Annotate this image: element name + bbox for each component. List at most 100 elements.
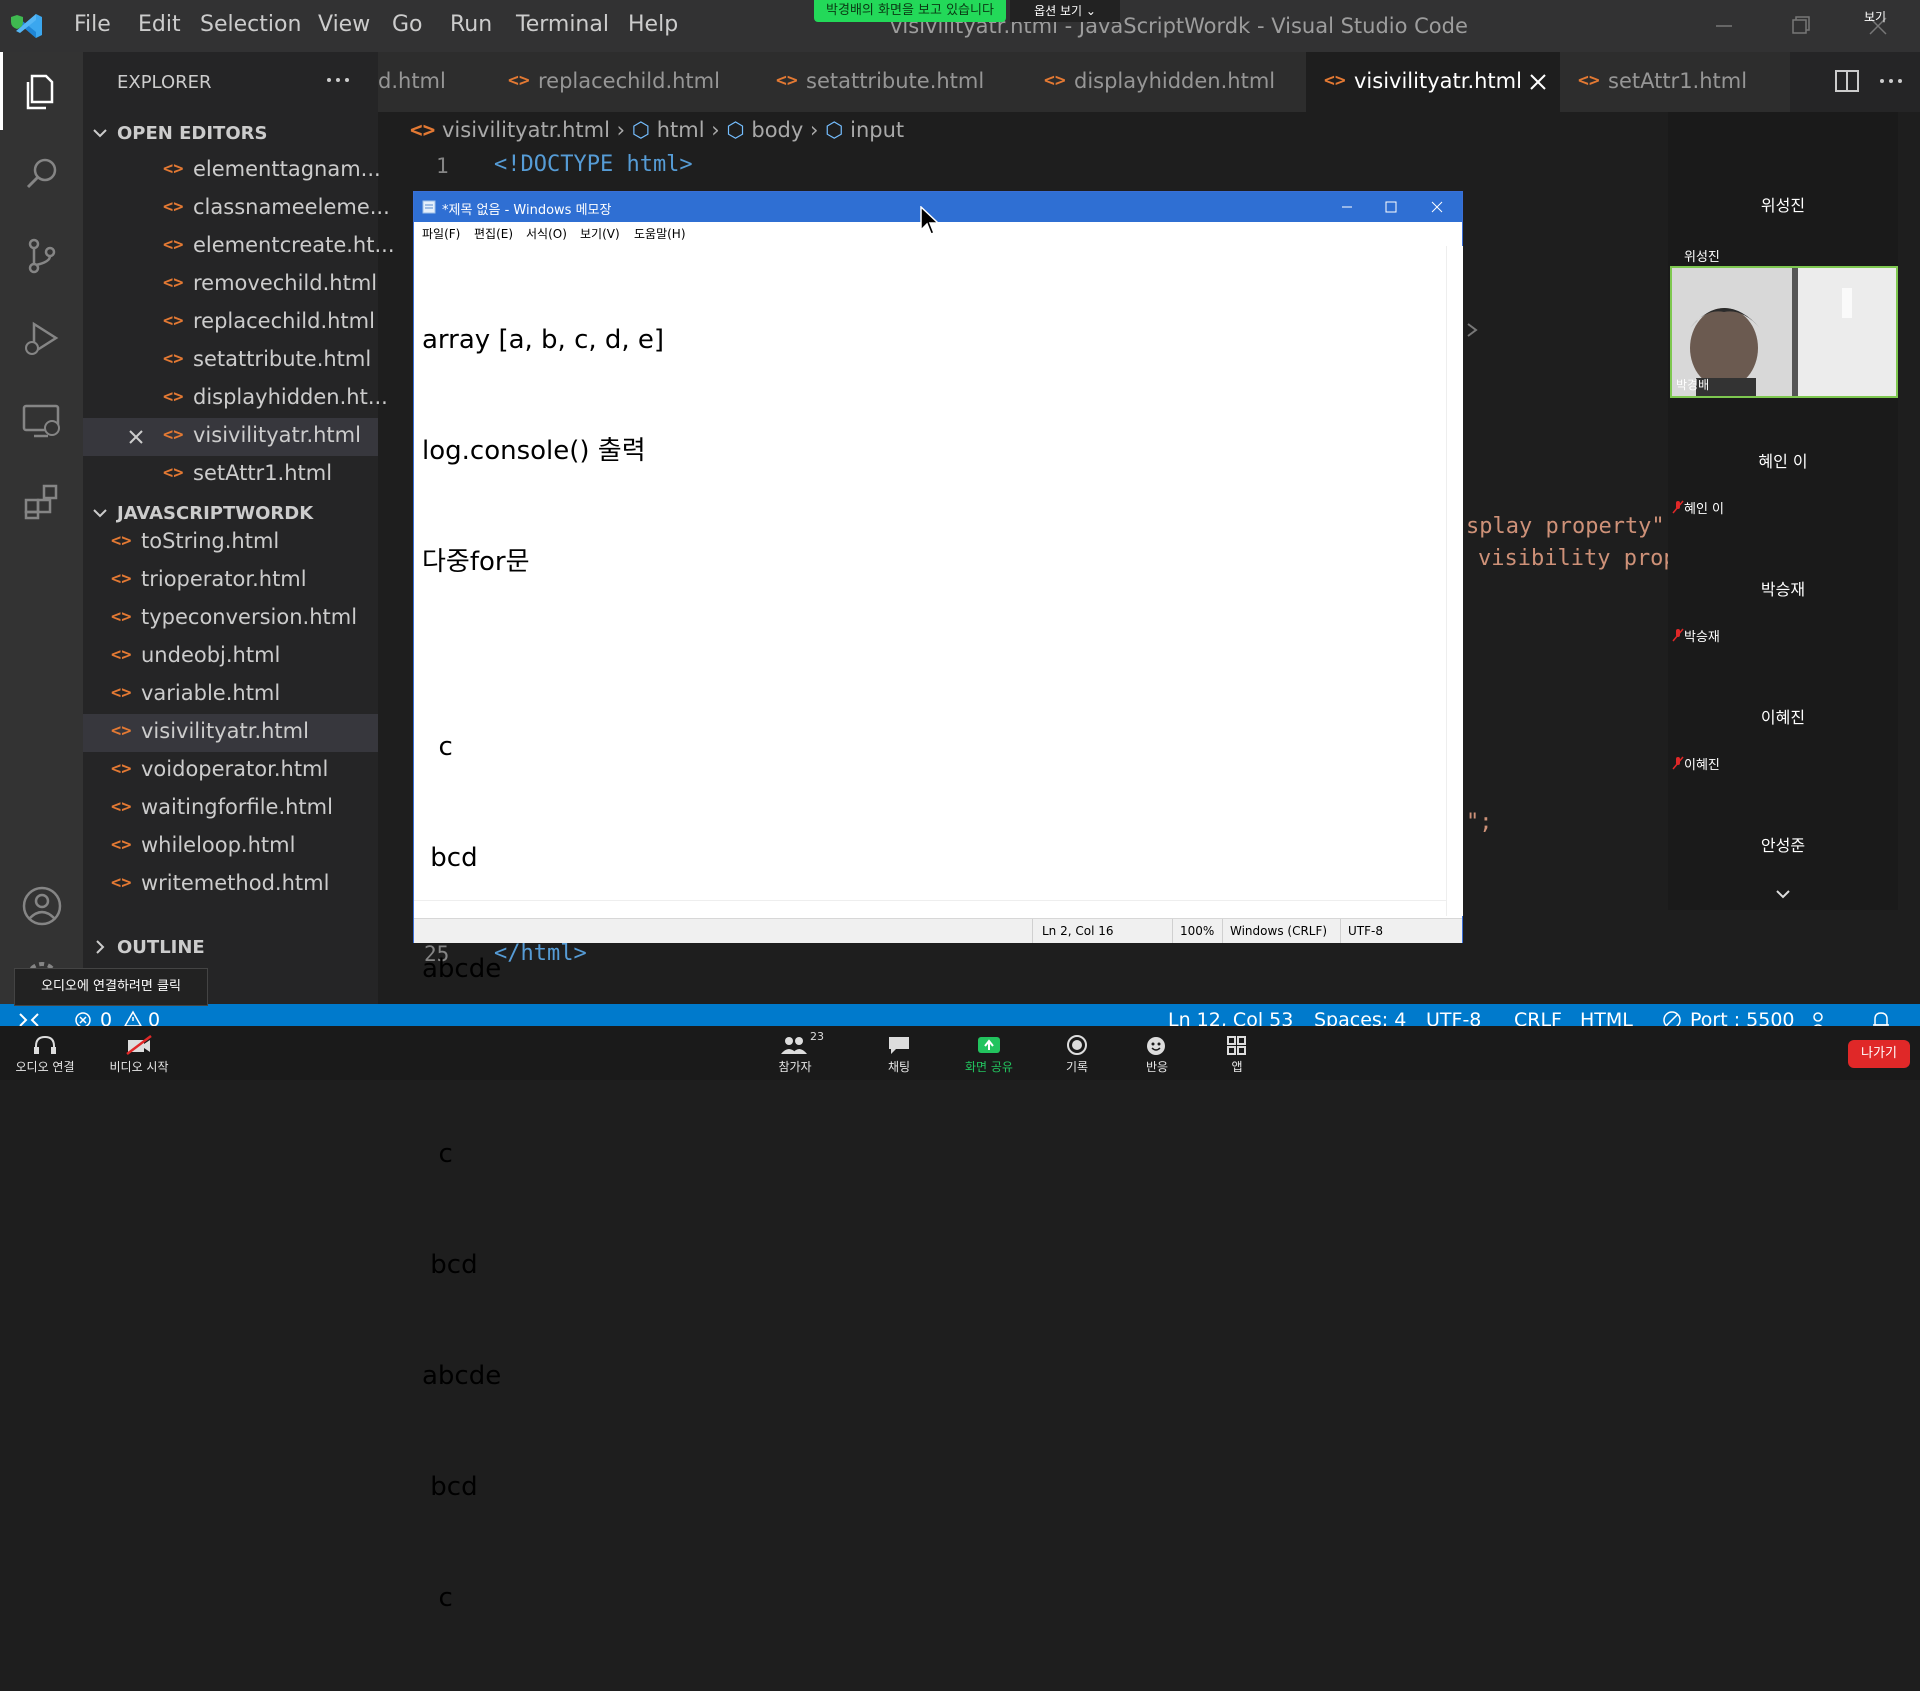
tab-d-html[interactable]: d.html [378, 52, 491, 112]
participants-button[interactable]: 참가자 [750, 1026, 840, 1080]
breadcrumb-file[interactable]: visivilityatr.html [442, 118, 610, 142]
text-line: bcd [422, 1250, 478, 1280]
tab-displayhidden[interactable]: <> displayhidden.html [1026, 52, 1307, 112]
participant-label: 혜인 이 [1684, 502, 1725, 517]
apps-button[interactable]: 앱 [1192, 1026, 1282, 1080]
text-line: abcde [422, 954, 502, 984]
open-editor-item[interactable]: <> setattribute.html [83, 342, 378, 380]
tab-setattr1[interactable]: <> setAttr1.html [1560, 52, 1791, 112]
open-editor-item[interactable]: <> elementcreate.ht... [83, 228, 395, 266]
source-control-icon[interactable] [18, 232, 66, 280]
html-file-icon: <> [111, 683, 132, 703]
account-icon[interactable] [18, 882, 66, 930]
folder-file-item[interactable]: <> trioperator.html [83, 562, 378, 600]
notepad-menu-format[interactable]: 서식(O) [526, 225, 567, 242]
open-editors-section[interactable]: OPEN EDITORS [83, 116, 378, 150]
record-button[interactable]: 기록 [1032, 1026, 1122, 1080]
menu-run[interactable]: Run [450, 12, 492, 37]
menu-edit[interactable]: Edit [138, 12, 181, 37]
zoom-toolbar: 오디오 연결 비디오 시작 참가자 23 채팅 화면 공유 기록 반응 앱 [0, 1026, 1920, 1080]
text-line: c [422, 1583, 453, 1613]
folder-file-item[interactable]: <> writemethod.html [83, 866, 378, 904]
folder-file-item[interactable]: <> undeobj.html [83, 638, 378, 676]
maximize-icon[interactable] [1384, 200, 1398, 214]
tab-replacechild[interactable]: <> replacechild.html [490, 52, 759, 112]
vertical-scrollbar[interactable] [1446, 246, 1463, 916]
restore-button[interactable] [1780, 8, 1820, 44]
muted-mic-icon [1672, 628, 1684, 642]
chat-button[interactable]: 채팅 [854, 1026, 944, 1080]
folder-file-item[interactable]: <> typeconversion.html [83, 600, 378, 638]
open-editor-item[interactable]: <> displayhidden.ht... [83, 380, 388, 418]
html-file-icon: <> [776, 70, 798, 91]
folder-file-item-selected[interactable]: <> visivilityatr.html [83, 714, 378, 752]
breadcrumb-input[interactable]: input [850, 118, 904, 142]
explorer-icon[interactable] [18, 68, 66, 116]
video-off-icon [126, 1035, 152, 1055]
view-options-button[interactable]: 옵션 보기 ⌄ [1010, 0, 1120, 22]
search-icon[interactable] [18, 150, 66, 198]
breadcrumb-body[interactable]: body [751, 118, 803, 142]
menu-help[interactable]: Help [628, 12, 678, 37]
tab-visivilityatr[interactable]: <> visivilityatr.html [1306, 52, 1561, 112]
horizontal-scrollbar[interactable] [414, 900, 1446, 917]
notepad-menu-file[interactable]: 파일(F) [422, 225, 460, 242]
breadcrumb-html[interactable]: html [657, 118, 705, 142]
zoom-view-button[interactable]: 보기 [1864, 8, 1886, 25]
code-line[interactable]: <!DOCTYPE html> [494, 152, 693, 177]
more-actions-icon[interactable] [323, 68, 353, 92]
run-debug-icon[interactable] [18, 314, 66, 362]
close-icon[interactable] [1430, 200, 1444, 214]
text-line: bcd [422, 843, 478, 873]
open-editor-item[interactable]: <> removechild.html [83, 266, 378, 304]
outline-section[interactable]: OUTLINE [83, 930, 378, 964]
tab-label: d.html [378, 69, 446, 93]
open-editor-item[interactable]: <> replacechild.html [83, 304, 378, 342]
code-fragment: visibility prop [1478, 546, 1677, 571]
notepad-menu-edit[interactable]: 편집(E) [474, 225, 513, 242]
share-screen-button[interactable]: 화면 공유 [944, 1026, 1034, 1080]
start-video-button[interactable]: 비디오 시작 [94, 1026, 184, 1080]
folder-label: JAVASCRIPTWORDK [117, 503, 314, 524]
editor-more-icon[interactable] [1876, 68, 1906, 94]
menu-view[interactable]: View [318, 12, 370, 37]
open-editor-item[interactable]: <> classnameeleme... [83, 190, 390, 228]
leave-meeting-button[interactable]: 나가기 [1848, 1040, 1910, 1068]
breadcrumb: <> visivilityatr.html › ⬡ html › ⬡ body … [410, 118, 904, 142]
open-editor-item[interactable]: <> setAttr1.html [83, 456, 378, 494]
chevron-right-icon[interactable] [1464, 320, 1480, 340]
folder-file-item[interactable]: <> whileloop.html [83, 828, 378, 866]
tab-setattribute[interactable]: <> setattribute.html [758, 52, 1027, 112]
folder-file-item[interactable]: <> toString.html [83, 524, 378, 562]
extensions-icon[interactable] [18, 478, 66, 526]
menu-go[interactable]: Go [392, 12, 423, 37]
reactions-button[interactable]: 반응 [1112, 1026, 1202, 1080]
chevron-down-icon[interactable] [1773, 888, 1793, 902]
folder-file-item[interactable]: <> variable.html [83, 676, 378, 714]
join-audio-button[interactable]: 오디오 연결 [0, 1026, 90, 1080]
menu-file[interactable]: File [74, 12, 111, 37]
emoji-icon [1147, 1037, 1165, 1055]
participant-label: 박승재 [1684, 630, 1720, 645]
minimize-button[interactable] [1704, 8, 1744, 44]
close-editor-icon[interactable] [127, 428, 145, 446]
minimize-icon[interactable] [1340, 200, 1354, 214]
menu-selection[interactable]: Selection [200, 12, 301, 37]
notepad-window: *제목 없음 - Windows 메모장 파일(F) 편집(E) 서식(O) 보… [414, 192, 1463, 1613]
file-name: whileloop.html [141, 833, 296, 857]
notepad-menu-view[interactable]: 보기(V) [580, 225, 620, 242]
open-editor-item[interactable]: <> elementtagnam... [83, 152, 381, 190]
folder-file-item[interactable]: <> waitingforfile.html [83, 790, 378, 828]
open-editor-item-active[interactable]: <> visivilityatr.html [83, 418, 378, 456]
notepad-menu-help[interactable]: 도움말(H) [634, 225, 686, 242]
notepad-text-area[interactable]: array [a, b, c, d, e] log.console() 출력 다… [422, 248, 664, 1691]
active-speaker-video[interactable]: 박경배 [1670, 266, 1898, 398]
close-tab-icon[interactable] [1528, 72, 1548, 92]
mouse-cursor-icon [920, 206, 940, 236]
zoom-participants-panel: 위성진 위성진 박경배 혜인 이 혜인 이 박승재 박승재 이혜진 이혜진 안성… [1668, 112, 1898, 910]
folder-file-item[interactable]: <> voidoperator.html [83, 752, 378, 790]
remote-explorer-icon[interactable] [18, 396, 66, 444]
view-label: 보기 [1864, 10, 1887, 24]
split-editor-icon[interactable] [1834, 68, 1860, 94]
menu-terminal[interactable]: Terminal [516, 12, 609, 37]
